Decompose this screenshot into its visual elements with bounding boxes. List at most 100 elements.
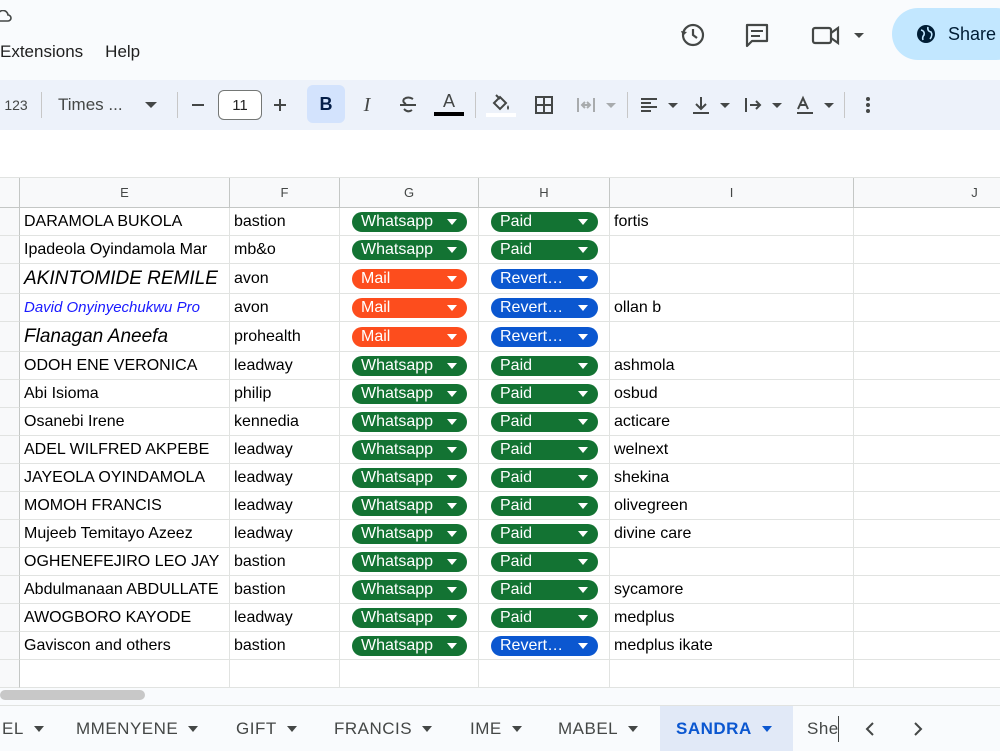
provider-cell[interactable]: bastion — [230, 208, 340, 236]
channel-chip[interactable]: Whatsapp — [352, 412, 467, 432]
row-header[interactable] — [0, 576, 20, 604]
more-options-icon[interactable] — [856, 80, 880, 130]
vertical-align-button[interactable] — [688, 80, 732, 130]
empty-cell[interactable] — [854, 492, 1000, 520]
provider-cell[interactable]: bastion — [230, 632, 340, 660]
strikethrough-button[interactable] — [393, 80, 423, 130]
name-cell[interactable]: Abdulmanaan ABDULLATE — [20, 576, 230, 604]
name-cell[interactable]: ODOH ENE VERONICA — [20, 352, 230, 380]
empty-cell[interactable] — [854, 604, 1000, 632]
horizontal-scrollbar[interactable] — [0, 690, 145, 700]
formula-bar[interactable] — [0, 130, 1000, 178]
row-header[interactable] — [0, 294, 20, 322]
status-chip[interactable]: Paid — [491, 580, 598, 600]
row-header[interactable] — [0, 380, 20, 408]
channel-chip[interactable]: Whatsapp — [352, 552, 467, 572]
font-size-input[interactable]: 11 — [218, 90, 262, 120]
note-cell[interactable]: acticare — [610, 408, 854, 436]
channel-chip[interactable]: Whatsapp — [352, 212, 467, 232]
sheet-tab-she[interactable]: She — [795, 706, 839, 751]
note-cell[interactable]: ollan b — [610, 294, 854, 322]
font-family-select[interactable]: Times ... — [58, 80, 166, 130]
empty-cell[interactable] — [854, 464, 1000, 492]
column-header-g[interactable]: G — [340, 178, 479, 208]
status-chip[interactable]: Revert… — [491, 327, 598, 347]
name-cell[interactable]: David Onyinyechukwu Pro — [20, 294, 230, 322]
channel-chip[interactable]: Mail — [352, 298, 467, 318]
provider-cell[interactable]: leadway — [230, 492, 340, 520]
scroll-tabs-left-button[interactable] — [856, 706, 884, 751]
channel-chip[interactable]: Whatsapp — [352, 240, 467, 260]
note-cell[interactable]: welnext — [610, 436, 854, 464]
status-chip[interactable]: Paid — [491, 524, 598, 544]
empty-cell[interactable] — [854, 322, 1000, 352]
menu-extensions[interactable]: Extensions — [0, 42, 83, 62]
sheet-tab-el[interactable]: EL — [0, 706, 60, 751]
empty-cell[interactable] — [854, 632, 1000, 660]
scroll-tabs-right-button[interactable] — [904, 706, 932, 751]
name-cell[interactable]: JAYEOLA OYINDAMOLA — [20, 464, 230, 492]
channel-chip[interactable]: Mail — [352, 327, 467, 347]
increase-font-size-button[interactable] — [270, 80, 290, 130]
version-history-icon[interactable] — [676, 18, 710, 52]
sheet-tab-francis[interactable]: FRANCIS — [320, 706, 454, 751]
row-header[interactable] — [0, 548, 20, 576]
note-cell[interactable]: ashmola — [610, 352, 854, 380]
name-cell[interactable]: Mujeeb Temitayo Azeez — [20, 520, 230, 548]
decrease-font-size-button[interactable] — [188, 80, 208, 130]
empty-cell[interactable] — [230, 660, 340, 688]
status-chip[interactable]: Paid — [491, 240, 598, 260]
status-chip[interactable]: Revert… — [491, 298, 598, 318]
channel-chip[interactable]: Whatsapp — [352, 524, 467, 544]
name-cell[interactable]: Ipadeola Oyindamola Mar — [20, 236, 230, 264]
note-cell[interactable] — [610, 264, 854, 294]
meet-icon[interactable] — [808, 18, 868, 52]
share-button[interactable]: Share — [892, 8, 1000, 60]
column-header-f[interactable]: F — [230, 178, 340, 208]
channel-chip[interactable]: Whatsapp — [352, 468, 467, 488]
name-cell[interactable]: Osanebi Irene — [20, 408, 230, 436]
fill-color-button[interactable] — [485, 80, 517, 130]
empty-cell[interactable] — [854, 208, 1000, 236]
provider-cell[interactable]: avon — [230, 294, 340, 322]
empty-cell[interactable] — [340, 660, 479, 688]
borders-button[interactable] — [528, 80, 560, 130]
row-header[interactable] — [0, 352, 20, 380]
channel-chip[interactable]: Whatsapp — [352, 384, 467, 404]
status-chip[interactable]: Paid — [491, 468, 598, 488]
empty-cell[interactable] — [854, 520, 1000, 548]
name-cell[interactable]: ADEL WILFRED AKPEBE — [20, 436, 230, 464]
row-header[interactable] — [0, 436, 20, 464]
empty-cell[interactable] — [854, 408, 1000, 436]
row-header[interactable] — [0, 604, 20, 632]
text-wrapping-button[interactable] — [740, 80, 784, 130]
column-header-j[interactable]: J — [854, 178, 1000, 208]
empty-cell[interactable] — [854, 660, 1000, 688]
status-chip[interactable]: Revert… — [491, 269, 598, 289]
empty-cell[interactable] — [854, 352, 1000, 380]
empty-cell[interactable] — [610, 660, 854, 688]
note-cell[interactable]: fortis — [610, 208, 854, 236]
row-header[interactable] — [0, 464, 20, 492]
name-cell[interactable]: Gaviscon and others — [20, 632, 230, 660]
provider-cell[interactable]: leadway — [230, 604, 340, 632]
name-cell[interactable]: OGHENEFEJIRO LEO JAY — [20, 548, 230, 576]
provider-cell[interactable]: leadway — [230, 520, 340, 548]
channel-chip[interactable]: Whatsapp — [352, 580, 467, 600]
note-cell[interactable]: medplus ikate — [610, 632, 854, 660]
status-chip[interactable]: Paid — [491, 440, 598, 460]
status-chip[interactable]: Revert… — [491, 636, 598, 656]
provider-cell[interactable]: bastion — [230, 576, 340, 604]
row-header[interactable] — [0, 264, 20, 294]
empty-cell[interactable] — [854, 236, 1000, 264]
sheet-tab-gift[interactable]: GIFT — [222, 706, 318, 751]
note-cell[interactable] — [610, 322, 854, 352]
merge-cells-button[interactable] — [570, 80, 620, 130]
status-chip[interactable]: Paid — [491, 356, 598, 376]
note-cell[interactable]: shekina — [610, 464, 854, 492]
channel-chip[interactable]: Whatsapp — [352, 636, 467, 656]
provider-cell[interactable]: prohealth — [230, 322, 340, 352]
menu-help[interactable]: Help — [105, 42, 140, 62]
name-cell[interactable]: Abi Isioma — [20, 380, 230, 408]
row-header[interactable] — [0, 632, 20, 660]
